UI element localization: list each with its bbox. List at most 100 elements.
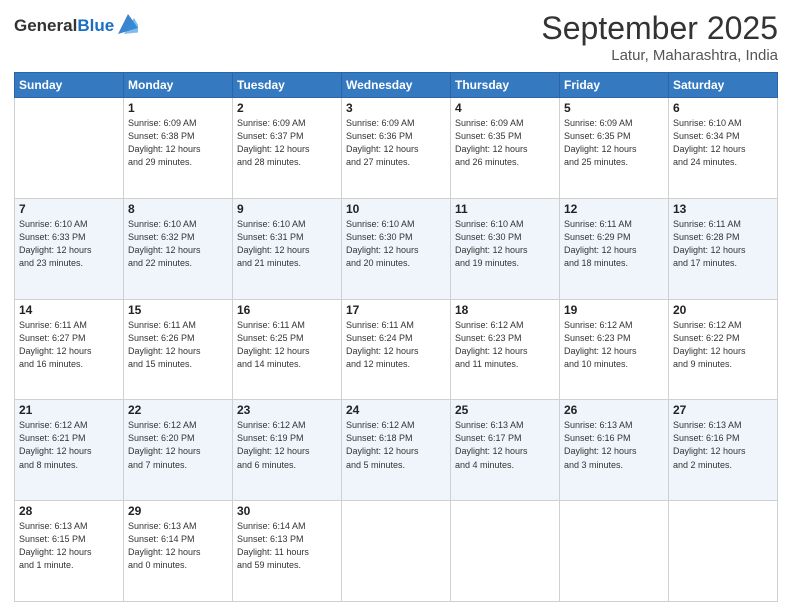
title-block: September 2025 Latur, Maharashtra, India — [541, 10, 778, 64]
header-monday: Monday — [124, 73, 233, 98]
day-info: Sunrise: 6:13 AM Sunset: 6:15 PM Dayligh… — [19, 520, 119, 572]
calendar-cell: 1 Sunrise: 6:09 AM Sunset: 6:38 PM Daylig… — [124, 98, 233, 199]
day-number: 8 — [128, 202, 228, 216]
calendar-cell: 21 Sunrise: 6:12 AM Sunset: 6:21 PM Dayli… — [15, 400, 124, 501]
day-info: Sunrise: 6:11 AM Sunset: 6:25 PM Dayligh… — [237, 319, 337, 371]
day-number: 14 — [19, 303, 119, 317]
day-number: 15 — [128, 303, 228, 317]
day-info: Sunrise: 6:12 AM Sunset: 6:20 PM Dayligh… — [128, 419, 228, 471]
calendar-week-3: 14 Sunrise: 6:11 AM Sunset: 6:27 PM Dayli… — [15, 299, 778, 400]
calendar-cell: 2Sunrise: 6:09 AM Sunset: 6:37 PM Daylig… — [233, 98, 342, 199]
calendar-cell: 10 Sunrise: 6:10 AM Sunset: 6:30 PM Dayli… — [342, 198, 451, 299]
day-number: 28 — [19, 504, 119, 518]
calendar-cell: 22 Sunrise: 6:12 AM Sunset: 6:20 PM Dayli… — [124, 400, 233, 501]
page-header: GeneralBlue September 2025 Latur, Mahara… — [14, 10, 778, 64]
day-number: 22 — [128, 403, 228, 417]
day-number: 18 — [455, 303, 555, 317]
calendar-cell: 19Sunrise: 6:12 AM Sunset: 6:23 PM Dayli… — [560, 299, 669, 400]
day-info: Sunrise: 6:12 AM Sunset: 6:18 PM Dayligh… — [346, 419, 446, 471]
calendar-cell — [342, 501, 451, 602]
calendar-table: Sunday Monday Tuesday Wednesday Thursday… — [14, 72, 778, 602]
calendar-cell: 9 Sunrise: 6:10 AM Sunset: 6:31 PM Daylig… — [233, 198, 342, 299]
day-info: Sunrise: 6:11 AM Sunset: 6:28 PM Dayligh… — [673, 218, 773, 270]
day-info: Sunrise: 6:10 AM Sunset: 6:33 PM Dayligh… — [19, 218, 119, 270]
day-info: Sunrise: 6:12 AM Sunset: 6:19 PM Dayligh… — [237, 419, 337, 471]
calendar-week-5: 28 Sunrise: 6:13 AM Sunset: 6:15 PM Dayli… — [15, 501, 778, 602]
header-tuesday: Tuesday — [233, 73, 342, 98]
day-number: 5 — [564, 101, 664, 115]
day-info: Sunrise: 6:09 AM Sunset: 6:35 PM Dayligh… — [564, 117, 664, 169]
header-saturday: Saturday — [669, 73, 778, 98]
day-info: Sunrise: 6:12 AM Sunset: 6:22 PM Dayligh… — [673, 319, 773, 371]
day-number: 21 — [19, 403, 119, 417]
calendar-cell: 16 Sunrise: 6:11 AM Sunset: 6:25 PM Dayli… — [233, 299, 342, 400]
calendar-cell: 5 Sunrise: 6:09 AM Sunset: 6:35 PM Daylig… — [560, 98, 669, 199]
location: Latur, Maharashtra, India — [541, 47, 778, 64]
day-number: 9 — [237, 202, 337, 216]
day-info: Sunrise: 6:10 AM Sunset: 6:30 PM Dayligh… — [346, 218, 446, 270]
calendar-cell: 6Sunrise: 6:10 AM Sunset: 6:34 PM Daylig… — [669, 98, 778, 199]
day-number: 24 — [346, 403, 446, 417]
day-info: Sunrise: 6:13 AM Sunset: 6:14 PM Dayligh… — [128, 520, 228, 572]
calendar-cell: 29 Sunrise: 6:13 AM Sunset: 6:14 PM Dayli… — [124, 501, 233, 602]
day-number: 16 — [237, 303, 337, 317]
day-number: 25 — [455, 403, 555, 417]
calendar-cell: 7 Sunrise: 6:10 AM Sunset: 6:33 PM Daylig… — [15, 198, 124, 299]
calendar-cell — [669, 501, 778, 602]
calendar-header-row: Sunday Monday Tuesday Wednesday Thursday… — [15, 73, 778, 98]
day-info: Sunrise: 6:12 AM Sunset: 6:23 PM Dayligh… — [564, 319, 664, 371]
calendar-cell: 12 Sunrise: 6:11 AM Sunset: 6:29 PM Dayli… — [560, 198, 669, 299]
calendar-cell: 11Sunrise: 6:10 AM Sunset: 6:30 PM Dayli… — [451, 198, 560, 299]
calendar-cell — [15, 98, 124, 199]
calendar-cell: 28 Sunrise: 6:13 AM Sunset: 6:15 PM Dayli… — [15, 501, 124, 602]
day-number: 29 — [128, 504, 228, 518]
calendar-cell: 4Sunrise: 6:09 AM Sunset: 6:35 PM Daylig… — [451, 98, 560, 199]
day-info: Sunrise: 6:09 AM Sunset: 6:35 PM Dayligh… — [455, 117, 555, 169]
day-info: Sunrise: 6:11 AM Sunset: 6:24 PM Dayligh… — [346, 319, 446, 371]
calendar-cell: 13Sunrise: 6:11 AM Sunset: 6:28 PM Dayli… — [669, 198, 778, 299]
calendar-cell: 3 Sunrise: 6:09 AM Sunset: 6:36 PM Daylig… — [342, 98, 451, 199]
day-info: Sunrise: 6:09 AM Sunset: 6:38 PM Dayligh… — [128, 117, 228, 169]
calendar-cell: 14 Sunrise: 6:11 AM Sunset: 6:27 PM Dayli… — [15, 299, 124, 400]
calendar-cell: 20Sunrise: 6:12 AM Sunset: 6:22 PM Dayli… — [669, 299, 778, 400]
calendar-cell: 30 Sunrise: 6:14 AM Sunset: 6:13 PM Dayli… — [233, 501, 342, 602]
day-number: 3 — [346, 101, 446, 115]
calendar-cell — [560, 501, 669, 602]
calendar-cell: 18 Sunrise: 6:12 AM Sunset: 6:23 PM Dayli… — [451, 299, 560, 400]
header-wednesday: Wednesday — [342, 73, 451, 98]
logo-general: GeneralBlue — [14, 17, 114, 36]
calendar-week-1: 1 Sunrise: 6:09 AM Sunset: 6:38 PM Daylig… — [15, 98, 778, 199]
header-thursday: Thursday — [451, 73, 560, 98]
day-number: 1 — [128, 101, 228, 115]
logo-icon — [116, 10, 138, 38]
day-number: 7 — [19, 202, 119, 216]
day-info: Sunrise: 6:13 AM Sunset: 6:16 PM Dayligh… — [564, 419, 664, 471]
day-info: Sunrise: 6:13 AM Sunset: 6:17 PM Dayligh… — [455, 419, 555, 471]
day-number: 26 — [564, 403, 664, 417]
day-info: Sunrise: 6:12 AM Sunset: 6:23 PM Dayligh… — [455, 319, 555, 371]
day-info: Sunrise: 6:10 AM Sunset: 6:34 PM Dayligh… — [673, 117, 773, 169]
day-info: Sunrise: 6:14 AM Sunset: 6:13 PM Dayligh… — [237, 520, 337, 572]
calendar-cell: 17Sunrise: 6:11 AM Sunset: 6:24 PM Dayli… — [342, 299, 451, 400]
month-title: September 2025 — [541, 10, 778, 47]
calendar-cell — [451, 501, 560, 602]
day-info: Sunrise: 6:10 AM Sunset: 6:31 PM Dayligh… — [237, 218, 337, 270]
calendar-cell: 25 Sunrise: 6:13 AM Sunset: 6:17 PM Dayli… — [451, 400, 560, 501]
day-info: Sunrise: 6:10 AM Sunset: 6:30 PM Dayligh… — [455, 218, 555, 270]
day-info: Sunrise: 6:11 AM Sunset: 6:26 PM Dayligh… — [128, 319, 228, 371]
day-info: Sunrise: 6:11 AM Sunset: 6:27 PM Dayligh… — [19, 319, 119, 371]
day-number: 27 — [673, 403, 773, 417]
day-number: 10 — [346, 202, 446, 216]
day-info: Sunrise: 6:12 AM Sunset: 6:21 PM Dayligh… — [19, 419, 119, 471]
calendar-week-2: 7 Sunrise: 6:10 AM Sunset: 6:33 PM Daylig… — [15, 198, 778, 299]
day-info: Sunrise: 6:13 AM Sunset: 6:16 PM Dayligh… — [673, 419, 773, 471]
calendar-cell: 15 Sunrise: 6:11 AM Sunset: 6:26 PM Dayli… — [124, 299, 233, 400]
day-number: 30 — [237, 504, 337, 518]
header-friday: Friday — [560, 73, 669, 98]
day-number: 12 — [564, 202, 664, 216]
day-info: Sunrise: 6:10 AM Sunset: 6:32 PM Dayligh… — [128, 218, 228, 270]
calendar-cell: 8 Sunrise: 6:10 AM Sunset: 6:32 PM Daylig… — [124, 198, 233, 299]
day-info: Sunrise: 6:11 AM Sunset: 6:29 PM Dayligh… — [564, 218, 664, 270]
day-info: Sunrise: 6:09 AM Sunset: 6:36 PM Dayligh… — [346, 117, 446, 169]
calendar-cell: 24 Sunrise: 6:12 AM Sunset: 6:18 PM Dayli… — [342, 400, 451, 501]
